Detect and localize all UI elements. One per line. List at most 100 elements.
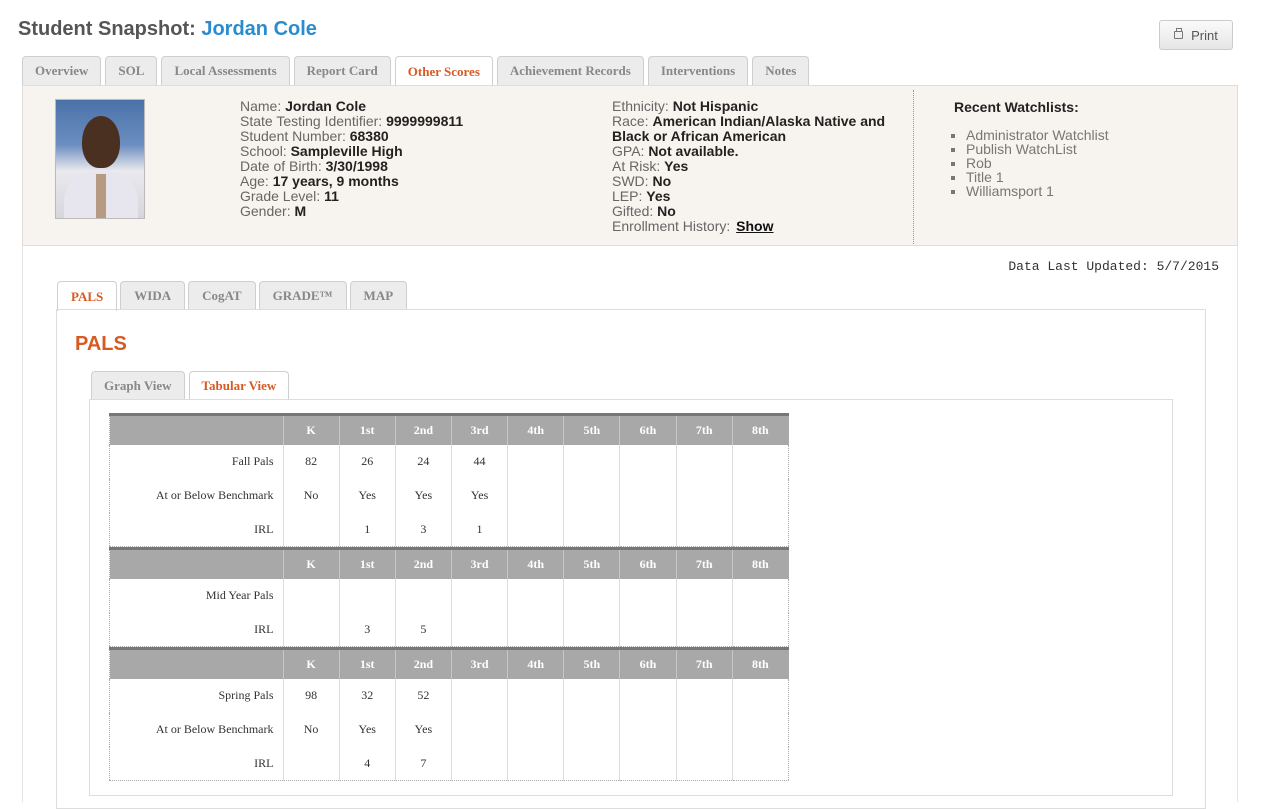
score-cell — [450, 578, 508, 613]
field-value: 68380 — [349, 128, 389, 144]
score-cell — [450, 678, 508, 713]
score-cell — [675, 612, 733, 647]
watchlist-item[interactable]: Title 1 — [966, 170, 1109, 184]
field-label: LEP: — [612, 188, 643, 204]
score-cell: 24 — [394, 444, 452, 479]
view-tabs: Graph View Tabular View — [91, 371, 290, 399]
score-tab-map[interactable]: MAP — [349, 281, 408, 310]
score-tab-grade[interactable]: GRADE™ — [258, 281, 347, 310]
grade-header-1st: 1st — [338, 413, 396, 445]
watchlist-item[interactable]: Publish WatchList — [966, 142, 1109, 156]
score-cell: 5 — [394, 612, 452, 647]
score-cell — [507, 612, 564, 647]
score-tab-wida[interactable]: WIDA — [120, 281, 186, 310]
score-cell — [731, 478, 789, 513]
watchlist-item[interactable]: Williamsport 1 — [966, 184, 1109, 198]
watchlist-item[interactable]: Rob — [966, 156, 1109, 170]
table-row: IRL 3 5 — [109, 612, 789, 647]
score-cell — [450, 712, 508, 747]
score-cell: 26 — [338, 444, 396, 479]
field-value: 3/30/1998 — [325, 158, 388, 174]
score-cell — [619, 712, 677, 747]
print-label: Print — [1191, 27, 1218, 43]
field-value: No — [652, 173, 672, 189]
tab-achievement-records[interactable]: Achievement Records — [496, 56, 644, 85]
student-name-heading: Jordan Cole — [201, 18, 317, 40]
student-field-gpa: GPA: Not available. — [612, 144, 902, 159]
score-cell — [619, 478, 677, 513]
tab-report-card[interactable]: Report Card — [293, 56, 391, 85]
tab-local-assessments[interactable]: Local Assessments — [161, 56, 290, 85]
watchlist-item[interactable]: Administrator Watchlist — [966, 128, 1109, 142]
row-label: Mid Year Pals — [205, 588, 274, 602]
view-tab-tabular-view[interactable]: Tabular View — [188, 371, 290, 399]
grade-header-row: K 1st 2nd 3rd 4th 5th 6th 7th 8th — [109, 413, 789, 445]
score-tab-cogat[interactable]: CogAT — [188, 281, 256, 310]
table-row: Fall Pals 82 26 24 44 — [110, 444, 789, 479]
student-details-right: Ethnicity: Not Hispanic Race: American In… — [612, 99, 902, 234]
row-label: IRL — [109, 512, 283, 547]
score-cell: 44 — [450, 444, 508, 479]
score-cell — [507, 512, 564, 547]
field-label: GPA: — [612, 143, 645, 159]
enrollment-history-label: Enrollment History: — [612, 218, 731, 234]
student-field-age: Age: 17 years, 9 months — [240, 174, 463, 189]
score-cell — [507, 478, 564, 513]
enrollment-history-show-link[interactable]: Show — [736, 218, 773, 234]
pals-table: K 1st 2nd 3rd 4th 5th 6th 7th 8th Fall Pals 82 26 24… — [109, 413, 789, 547]
view-tab-graph-view[interactable]: Graph View — [91, 371, 185, 399]
field-label: Ethnicity: — [612, 98, 669, 114]
score-cell — [563, 578, 620, 613]
score-cell — [563, 612, 620, 647]
score-cell — [563, 746, 620, 781]
grade-header-4th: 4th — [507, 547, 564, 579]
pals-panel: PALS Graph View Tabular View K 1st 2nd 3rd 4t… — [56, 309, 1206, 809]
grade-header-3rd: 3rd — [450, 413, 508, 445]
grade-header-8th: 8th — [731, 547, 789, 579]
score-tabs: PALS WIDA CogAT GRADE™ MAP — [57, 281, 408, 311]
student-field-swd: SWD: No — [612, 174, 902, 189]
student-field-school: School: Sampleville High — [240, 144, 463, 159]
page-title-prefix: Student Snapshot: — [18, 18, 196, 40]
pals-table: K 1st 2nd 3rd 4th 5th 6th 7th 8th Mid Year Pals IR… — [109, 547, 789, 647]
student-field-state-testing-identifier: State Testing Identifier: 9999999811 — [240, 114, 463, 129]
student-field-student-number: Student Number: 68380 — [240, 129, 463, 144]
table-row: At or Below Benchmark No Yes Yes Yes — [110, 478, 789, 513]
tab-overview[interactable]: Overview — [22, 56, 102, 85]
header-spacer — [109, 547, 283, 579]
pals-table: K 1st 2nd 3rd 4th 5th 6th 7th 8th Spring Pals 98 32… — [109, 647, 789, 781]
score-cell: 32 — [338, 678, 396, 713]
tab-sol[interactable]: SOL — [105, 56, 158, 85]
tab-interventions[interactable]: Interventions — [647, 56, 749, 85]
table-row: IRL 4 7 — [109, 746, 789, 781]
print-button[interactable]: Print — [1159, 20, 1233, 50]
grade-header-5th: 5th — [563, 647, 620, 679]
grade-header-k: K — [282, 413, 340, 445]
enrollment-history-row: Enrollment History: Show — [612, 219, 902, 234]
field-value: American Indian/Alaska Native and Black … — [612, 113, 886, 144]
score-cell — [563, 512, 620, 547]
grade-header-8th: 8th — [731, 413, 789, 445]
grade-header-6th: 6th — [619, 647, 677, 679]
score-tab-pals[interactable]: PALS — [57, 281, 118, 311]
grade-header-row: K 1st 2nd 3rd 4th 5th 6th 7th 8th — [109, 547, 789, 579]
score-cell — [619, 512, 677, 547]
score-cell — [675, 678, 733, 713]
print-icon — [1174, 28, 1184, 39]
table-row: Mid Year Pals — [110, 578, 789, 613]
grade-header-1st: 1st — [338, 547, 396, 579]
student-field-name: Name: Jordan Cole — [240, 99, 463, 114]
score-cell: Yes — [338, 712, 396, 747]
score-cell — [563, 478, 620, 513]
score-cell — [731, 612, 789, 647]
score-cell — [507, 678, 564, 713]
score-cell — [731, 444, 789, 479]
tab-notes[interactable]: Notes — [752, 56, 810, 85]
score-cell — [619, 578, 677, 613]
student-photo-tie — [96, 174, 106, 218]
field-value: 11 — [324, 188, 339, 204]
student-field-gender: Gender: M — [240, 204, 463, 219]
tab-other-scores[interactable]: Other Scores — [394, 56, 493, 86]
score-cell: No — [282, 712, 340, 747]
field-label: At Risk: — [612, 158, 661, 174]
